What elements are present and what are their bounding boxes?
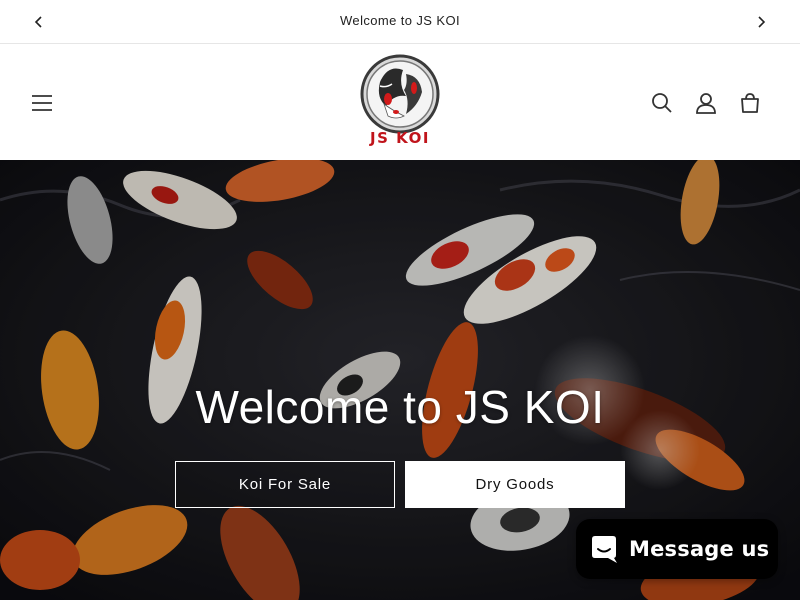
account-button[interactable] (691, 88, 721, 118)
site-header: JS KOI (0, 45, 800, 160)
search-button[interactable] (647, 88, 677, 118)
logo-wordmark: JS KOI (370, 129, 430, 147)
cart-button[interactable] (735, 88, 765, 118)
koi-for-sale-button[interactable]: Koi For Sale (175, 461, 395, 508)
announcement-next-button[interactable] (751, 12, 771, 32)
chevron-right-icon (758, 16, 766, 28)
menu-button[interactable] (27, 88, 57, 118)
announcement-bar: Welcome to JS KOI (0, 0, 800, 44)
hamburger-menu-icon (32, 95, 52, 111)
dry-goods-button[interactable]: Dry Goods (405, 461, 625, 508)
search-icon (652, 93, 672, 113)
shopping-bag-icon (741, 93, 759, 113)
message-us-label: Message us (629, 537, 770, 561)
user-icon (696, 93, 716, 114)
chat-bubble-icon (592, 536, 617, 563)
announcement-message: Welcome to JS KOI (340, 13, 460, 28)
message-us-button[interactable]: Message us (576, 519, 778, 579)
hero-title: Welcome to JS KOI (195, 381, 605, 433)
